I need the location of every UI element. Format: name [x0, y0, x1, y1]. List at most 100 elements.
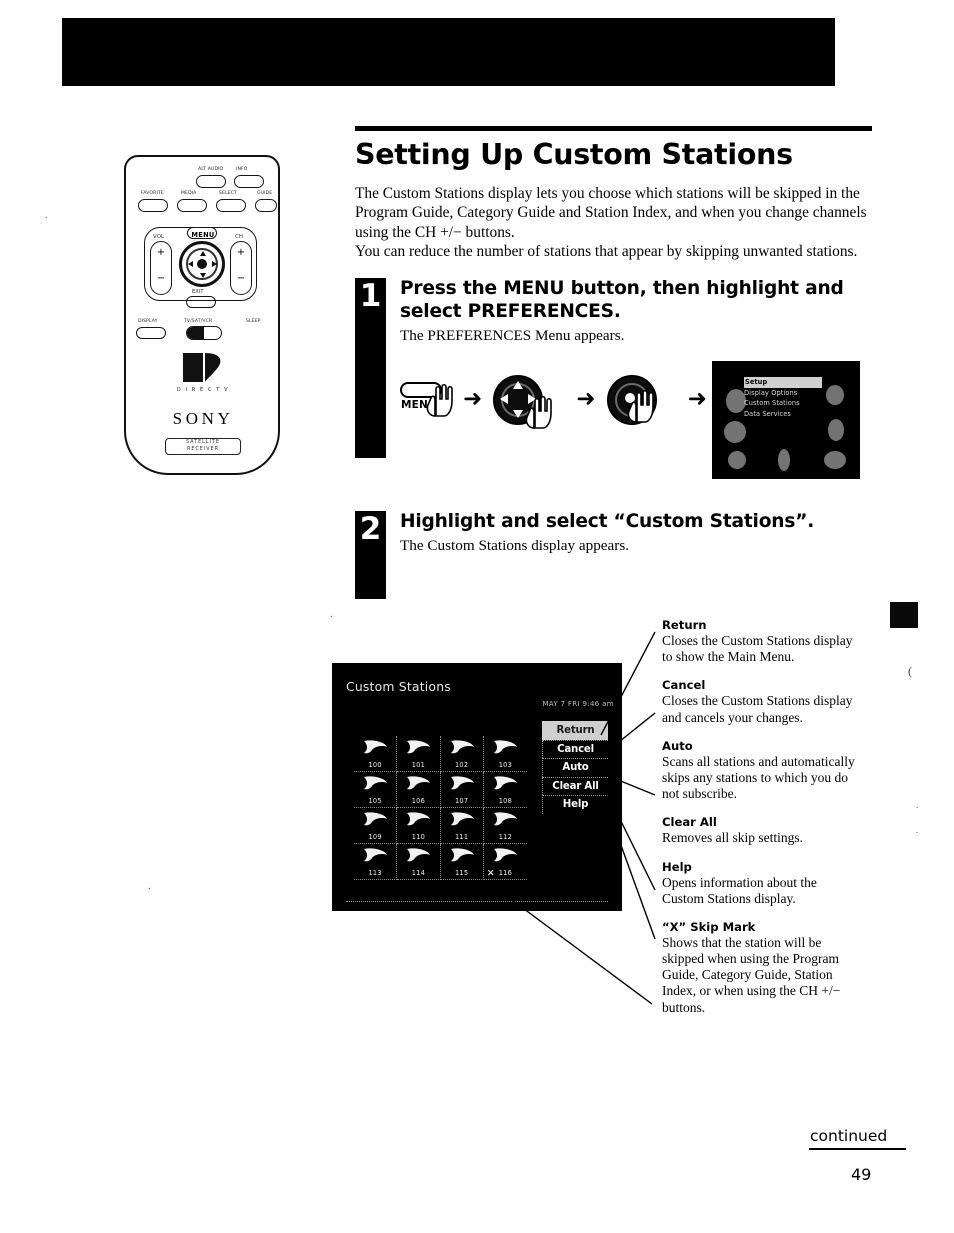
- remote-label-menu: MENU: [191, 231, 215, 239]
- pref-decor-blob-4: [826, 384, 844, 405]
- pref-menu-item-custom-stations[interactable]: Custom Stations: [744, 398, 822, 409]
- station-logo-icon: [407, 848, 431, 862]
- tv-screen-button-list: Return Cancel Auto Clear All Help: [542, 721, 608, 814]
- station-cell[interactable]: 103: [483, 736, 527, 772]
- station-logo-icon: [364, 812, 387, 826]
- callout-title: “X” Skip Mark: [662, 919, 756, 934]
- callout-description: Removes all skip settings.: [662, 830, 803, 846]
- station-cell[interactable]: 114: [397, 844, 441, 880]
- page-title: Setting Up Custom Stations: [355, 138, 793, 171]
- dpad-left-arrow-icon: [500, 393, 509, 404]
- tv-button-return[interactable]: Return: [542, 721, 608, 740]
- remote-key-info[interactable]: [234, 175, 264, 188]
- pref-decor-blob-6: [824, 450, 846, 469]
- station-logo-icon: [364, 776, 387, 790]
- station-logo-icon: [493, 776, 517, 790]
- tv-button-help[interactable]: Help: [542, 795, 608, 814]
- station-cell[interactable]: 101: [397, 736, 441, 772]
- remote-label-media: MEDIA: [181, 191, 197, 196]
- station-logo-icon: [450, 740, 474, 754]
- remote-label-vol: VOL: [153, 234, 165, 240]
- station-channel-number: 101: [411, 761, 425, 769]
- station-cell[interactable]: 113: [354, 844, 398, 880]
- station-cell[interactable]: 108: [483, 772, 527, 808]
- station-channel-number: 103: [498, 761, 512, 769]
- station-channel-number: 110: [411, 833, 425, 841]
- remote-label-sleep: SLEEP: [246, 319, 261, 324]
- margin-tab-marker: [890, 602, 918, 628]
- remote-key-select[interactable]: [216, 199, 246, 212]
- step-2-subtext: The Custom Stations display appears.: [400, 537, 630, 555]
- station-logo-icon: [493, 740, 517, 754]
- callout-description: Closes the Custom Stations display to sh…: [662, 633, 853, 665]
- station-logo-icon: [493, 812, 517, 826]
- pref-menu-item-data-services[interactable]: Data Services: [744, 409, 822, 420]
- remote-label-exit: EXIT: [192, 289, 204, 295]
- scan-artifact-dot-left-2: .: [148, 880, 151, 892]
- callout: Return Closes the Custom Stations display…: [662, 618, 862, 665]
- step-2-number: 2: [355, 510, 386, 599]
- station-channel-number: 114: [411, 869, 425, 877]
- step-1-subtext: The PREFERENCES Menu appears.: [400, 326, 625, 344]
- preferences-menu-list: Setup Display Options Custom Stations Da…: [744, 376, 822, 420]
- station-logo-icon: [364, 848, 387, 862]
- remote-switch-knob[interactable]: [187, 327, 204, 339]
- satellite-receiver-line2: RECEIVER: [187, 446, 219, 452]
- arrow-down-icon: [200, 273, 206, 278]
- station-logo-icon: [364, 740, 387, 754]
- directv-logo-icon: [183, 353, 221, 382]
- remote-label-display: DISPLAY: [138, 319, 158, 324]
- sequence-arrow-1: ➜: [463, 386, 483, 413]
- station-logo-icon: [407, 740, 431, 754]
- callout-title: Help: [662, 859, 692, 874]
- callout-title: Clear All: [662, 815, 717, 830]
- remote-label-ch-minus: −: [236, 273, 246, 284]
- station-cell[interactable]: 100: [354, 736, 398, 772]
- step-1-heading: Press the MENU button, then highlight an…: [400, 278, 844, 322]
- step-2-heading: Highlight and select “Custom Stations”.: [400, 510, 815, 532]
- step-1-body: Press the MENU button, then highlight an…: [400, 278, 875, 345]
- station-cell[interactable]: ✕ 116: [483, 844, 527, 880]
- remote-key-exit[interactable]: [186, 296, 216, 308]
- page-number: 49: [851, 1165, 872, 1184]
- pref-decor-blob-3: [728, 450, 746, 469]
- remote-key-display[interactable]: [136, 327, 166, 339]
- callout-title: Auto: [662, 738, 693, 753]
- title-rule: [355, 126, 872, 131]
- remote-dpad-center-select[interactable]: [197, 259, 207, 269]
- station-cell[interactable]: 106: [397, 772, 441, 808]
- station-cell[interactable]: 102: [440, 736, 484, 772]
- scan-artifact-dot-right: .: [916, 800, 919, 810]
- remote-key-alt-audio[interactable]: [196, 175, 226, 188]
- station-cell[interactable]: 107: [440, 772, 484, 808]
- station-cell[interactable]: 111: [440, 808, 484, 844]
- pref-menu-item-display-options[interactable]: Display Options: [744, 388, 822, 399]
- station-cell[interactable]: 110: [397, 808, 441, 844]
- step-1: 1 Press the MENU button, then highlight …: [355, 278, 875, 487]
- remote-key-guide[interactable]: [255, 199, 277, 212]
- remote-key-favorite[interactable]: [138, 199, 168, 212]
- directv-wordmark: D I R E C T V: [176, 387, 230, 393]
- tv-button-clear-all[interactable]: Clear All: [542, 776, 608, 795]
- pref-menu-item-setup[interactable]: Setup: [744, 376, 822, 388]
- scan-artifact-speck: (: [908, 664, 912, 678]
- remote-label-ch-plus: +: [236, 247, 246, 258]
- tv-button-cancel[interactable]: Cancel: [542, 739, 608, 758]
- remote-key-media[interactable]: [177, 199, 207, 212]
- station-grid: 100 101 102 103 105 106 107 108 109 110 111 112 113 1…: [354, 736, 527, 880]
- station-cell[interactable]: 105: [354, 772, 398, 808]
- station-cell[interactable]: 109: [354, 808, 398, 844]
- callout: “X” Skip Mark Shows that the station will…: [662, 920, 862, 1016]
- remote-label-select: SELECT: [219, 191, 237, 196]
- dpad-up-arrow-icon: [513, 380, 524, 389]
- remote-label-vol-minus: −: [156, 273, 166, 284]
- callout-description: Scans all stations and automatically ski…: [662, 753, 855, 802]
- tv-button-auto[interactable]: Auto: [542, 758, 608, 777]
- scan-artifact-dot-mid: .: [330, 608, 333, 620]
- station-cell[interactable]: 115: [440, 844, 484, 880]
- pref-decor-blob-5: [828, 418, 844, 441]
- continued-label: continued: [810, 1127, 888, 1145]
- dpad-down-arrow-icon: [513, 409, 524, 418]
- callout-description: Closes the Custom Stations display and c…: [662, 693, 853, 725]
- station-cell[interactable]: 112: [483, 808, 527, 844]
